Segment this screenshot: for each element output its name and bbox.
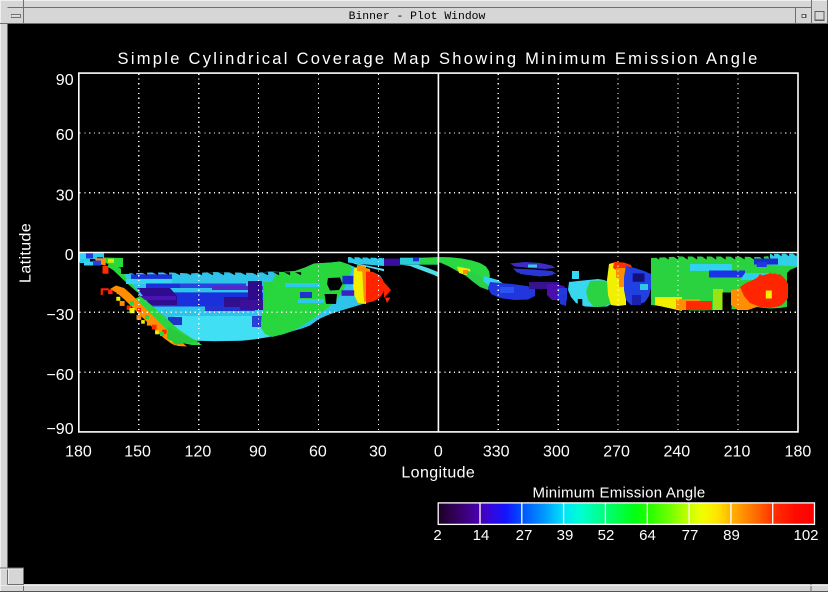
svg-text:Latitude: Latitude <box>18 223 35 283</box>
svg-text:60: 60 <box>309 444 327 461</box>
svg-text:330: 330 <box>483 444 510 461</box>
svg-text:0: 0 <box>65 247 74 264</box>
svg-text:27: 27 <box>516 527 533 544</box>
svg-text:30: 30 <box>369 444 387 461</box>
svg-text:64: 64 <box>639 527 656 544</box>
svg-text:150: 150 <box>124 444 151 461</box>
svg-text:90: 90 <box>56 72 74 89</box>
svg-text:102: 102 <box>793 527 818 544</box>
svg-text:2: 2 <box>433 527 441 544</box>
svg-text:30: 30 <box>56 187 74 204</box>
svg-text:Minimum Emission Angle: Minimum Emission Angle <box>532 484 705 501</box>
svg-text:Simple Cylindrical Coverage Ma: Simple Cylindrical Coverage Map Showing … <box>118 50 760 68</box>
svg-text:14: 14 <box>473 527 490 544</box>
svg-text:210: 210 <box>724 444 751 461</box>
svg-text:180: 180 <box>785 444 812 461</box>
svg-text:39: 39 <box>557 527 574 544</box>
svg-text:240: 240 <box>663 444 690 461</box>
svg-text:−90: −90 <box>46 421 73 438</box>
svg-text:Longitude: Longitude <box>401 464 475 481</box>
svg-text:−30: −30 <box>46 307 73 324</box>
svg-text:Binner - Plot Window: Binner - Plot Window <box>349 11 486 23</box>
svg-text:300: 300 <box>543 444 570 461</box>
svg-text:90: 90 <box>249 444 267 461</box>
svg-text:180: 180 <box>65 444 92 461</box>
svg-text:89: 89 <box>723 527 740 544</box>
svg-text:−60: −60 <box>46 367 73 384</box>
svg-text:120: 120 <box>185 444 212 461</box>
svg-text:270: 270 <box>603 444 630 461</box>
svg-text:77: 77 <box>682 527 699 544</box>
svg-text:60: 60 <box>56 127 74 144</box>
svg-text:52: 52 <box>598 527 615 544</box>
svg-text:0: 0 <box>434 444 443 461</box>
